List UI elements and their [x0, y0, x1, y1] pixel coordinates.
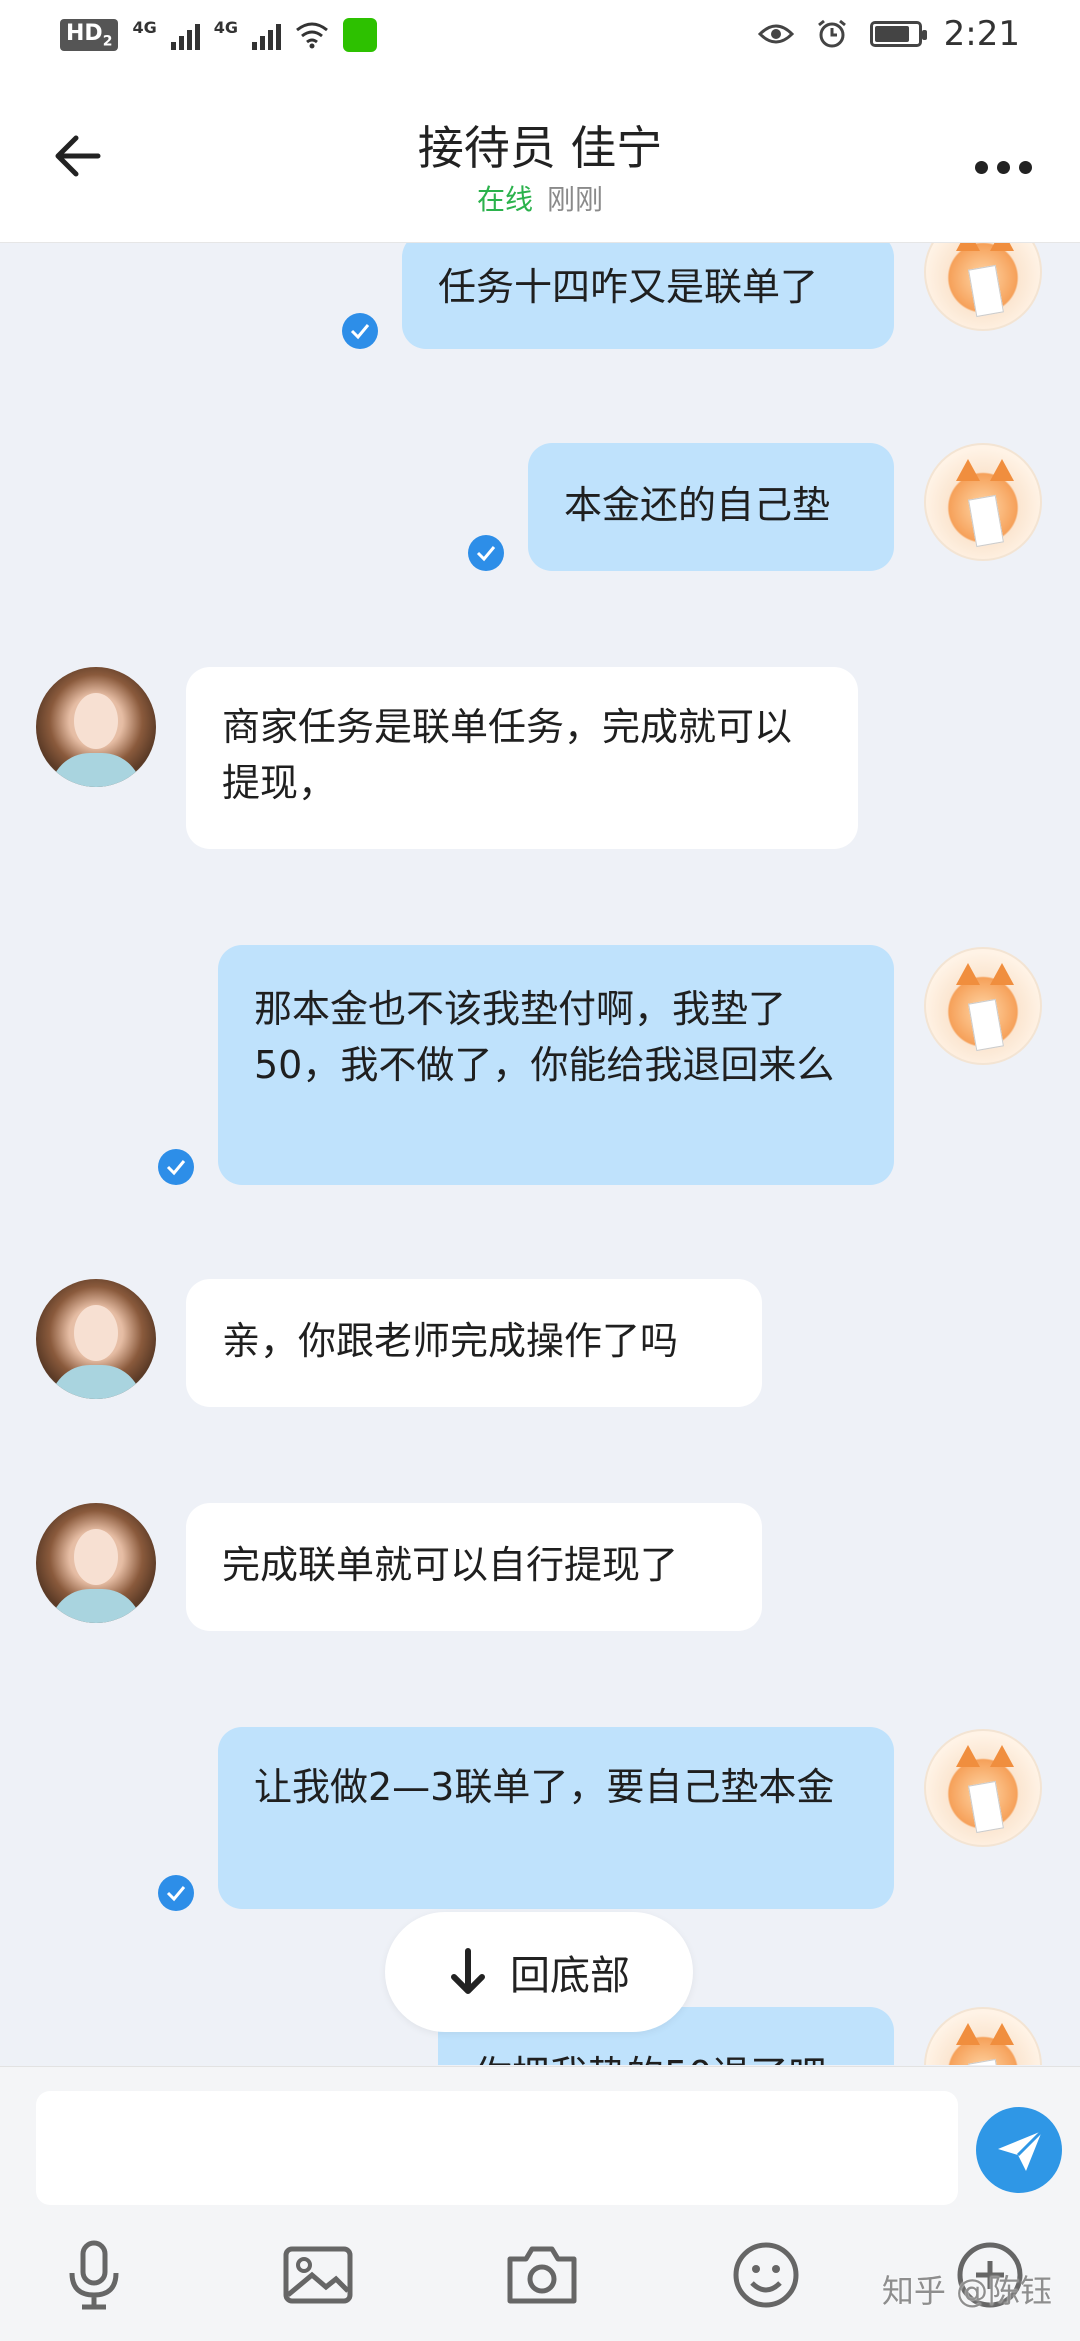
contact-name: 接待员 佳宁 [417, 121, 663, 175]
wifi-icon [296, 22, 328, 49]
incoming-message[interactable]: 亲，你跟老师完成操作了吗 [186, 1279, 762, 1407]
paper-plane-icon [998, 2129, 1044, 2171]
status-bar: HD2 4G 4G 2:21 [0, 0, 1080, 76]
hd-label: HD [66, 20, 103, 46]
my-avatar[interactable] [924, 1729, 1042, 1847]
camera-icon [507, 2246, 577, 2304]
incoming-message[interactable]: 完成联单就可以自行提现了 [186, 1503, 762, 1631]
more-dot [1018, 160, 1032, 174]
arrow-down-icon [451, 1948, 485, 1994]
read-check-icon [468, 535, 504, 571]
signal-icon [170, 20, 200, 50]
eye-icon [757, 24, 794, 44]
emoji-button[interactable] [726, 2235, 806, 2315]
send-button[interactable] [976, 2107, 1062, 2193]
more-options-button[interactable] [968, 152, 1038, 182]
incoming-message[interactable]: 商家任务是联单任务，完成就可以提现， [186, 667, 858, 849]
read-check-icon [342, 313, 378, 349]
last-seen: 刚刚 [547, 183, 604, 216]
emoji-icon [733, 2242, 799, 2308]
agent-avatar[interactable] [36, 1279, 156, 1399]
online-status: 在线 [476, 183, 533, 216]
image-button[interactable] [278, 2235, 358, 2315]
outgoing-message[interactable]: 任务十四咋又是联单了 [402, 243, 894, 349]
read-check-icon [158, 1149, 194, 1185]
chat-header: 接待员 佳宁 在线 刚刚 [0, 76, 1080, 243]
signal-icon-2 [251, 20, 281, 50]
back-to-bottom-button[interactable]: 回底部 [385, 1912, 693, 2032]
message-input[interactable] [36, 2091, 958, 2205]
hd-voice-indicator: HD2 [60, 18, 119, 52]
my-avatar[interactable] [924, 2007, 1042, 2065]
agent-avatar[interactable] [36, 1503, 156, 1623]
back-to-bottom-label: 回底部 [510, 1953, 630, 1999]
my-avatar[interactable] [924, 947, 1042, 1065]
more-dots-icon [974, 160, 988, 174]
battery-icon [869, 21, 927, 47]
outgoing-message[interactable]: 本金还的自己垫 [528, 443, 894, 571]
alarm-icon [817, 19, 846, 48]
my-avatar[interactable] [924, 243, 1042, 331]
clock-time: 2:21 [943, 14, 1020, 54]
read-check-icon [158, 1875, 194, 1911]
network-type-2: 4G [213, 18, 238, 37]
outgoing-message[interactable]: 那本金也不该我垫付啊，我垫了50，我不做了，你能给我退回来么 [218, 945, 894, 1185]
outgoing-message[interactable]: 让我做2—3联单了，要自己垫本金 [218, 1727, 894, 1909]
wechat-notification-icon [342, 18, 377, 52]
microphone-icon [69, 2240, 119, 2310]
watermark: 知乎 @陈钰 [881, 2272, 1052, 2310]
hd-sub: 2 [102, 33, 113, 50]
camera-button[interactable] [502, 2235, 582, 2315]
contact-status: 在线 刚刚 [0, 178, 1080, 218]
more-dot [996, 160, 1010, 174]
voice-button[interactable] [54, 2235, 134, 2315]
agent-avatar[interactable] [36, 667, 156, 787]
my-avatar[interactable] [924, 443, 1042, 561]
network-type-1: 4G [132, 18, 157, 37]
image-icon [283, 2246, 353, 2304]
message-list[interactable]: 任务十四咋又是联单了 本金还的自己垫 商家任务是联单任务，完成就可以提现， 那本… [0, 243, 1080, 2065]
